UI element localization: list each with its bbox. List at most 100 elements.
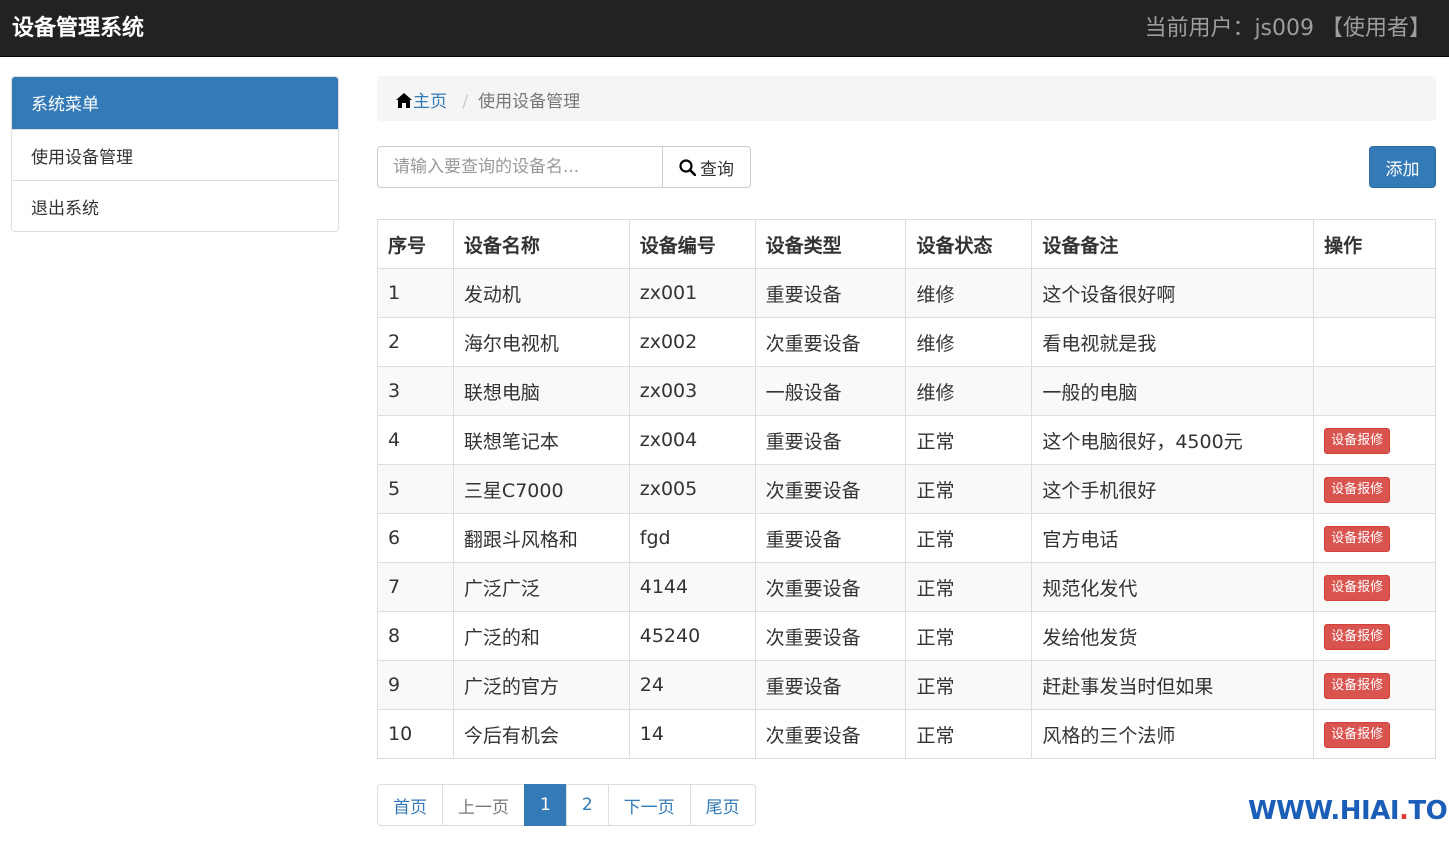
cell-note: 风格的三个法师 [1031, 709, 1315, 759]
cell-code: 45240 [628, 611, 756, 661]
repair-button[interactable]: 设备报修 [1324, 672, 1391, 699]
table-row: 1 发动机 zx001 重要设备 维修 这个设备很好啊 [377, 268, 1436, 318]
cell-action [1313, 317, 1436, 367]
cell-status: 正常 [905, 562, 1033, 612]
repair-button[interactable]: 设备报修 [1324, 623, 1391, 650]
cell-id: 6 [377, 513, 454, 563]
cell-id: 3 [377, 366, 454, 416]
page-2[interactable]: 2 [565, 784, 609, 826]
cell-id: 10 [377, 709, 454, 759]
cell-note: 这个手机很好 [1031, 464, 1315, 514]
add-button[interactable]: 添加 [1369, 146, 1436, 188]
cell-note: 发给他发货 [1031, 611, 1315, 661]
cell-action [1313, 366, 1436, 416]
cell-type: 次重要设备 [754, 317, 907, 367]
cell-code: fgd [628, 513, 756, 563]
cell-code: zx001 [628, 268, 756, 318]
repair-button[interactable]: 设备报修 [1324, 427, 1391, 454]
cell-code: 24 [628, 660, 756, 710]
cell-action: 设备报修 [1313, 709, 1436, 759]
table-row: 9 广泛的官方 24 重要设备 正常 赶赴事发当时但如果 设备报修 [377, 660, 1436, 710]
cell-type: 重要设备 [754, 415, 907, 465]
column-header: 设备状态 [905, 219, 1033, 269]
cell-id: 4 [377, 415, 454, 465]
cell-code: zx005 [628, 464, 756, 514]
cell-action: 设备报修 [1313, 562, 1436, 612]
cell-status: 正常 [905, 513, 1033, 563]
cell-type: 重要设备 [754, 660, 907, 710]
sidebar-title: 系统菜单 [12, 77, 338, 129]
column-header: 设备类型 [754, 219, 907, 269]
home-icon [396, 93, 412, 108]
cell-status: 正常 [905, 660, 1033, 710]
cell-name: 联想电脑 [452, 366, 630, 416]
cell-name: 联想笔记本 [452, 415, 630, 465]
current-user: 当前用户：js009 【使用者】 [1144, 16, 1431, 41]
device-table: 序号 设备名称 设备编号 设备类型 设备状态 设备备注 操作 1 发动机 zx001… [377, 219, 1436, 759]
column-header: 设备备注 [1031, 219, 1315, 269]
cell-status: 维修 [905, 268, 1033, 318]
breadcrumb-separator: / [462, 92, 469, 112]
cell-status: 正常 [905, 415, 1033, 465]
top-navbar: 设备管理系统 当前用户：js009 【使用者】 [0, 0, 1449, 57]
table-row: 2 海尔电视机 zx002 次重要设备 维修 看电视就是我 [377, 317, 1436, 367]
cell-code: 14 [628, 709, 756, 759]
watermark-logo: WWW.HIAI.TOP [1248, 796, 1449, 826]
cell-id: 7 [377, 562, 454, 612]
repair-button[interactable]: 设备报修 [1324, 476, 1391, 503]
table-row: 3 联想电脑 zx003 一般设备 维修 一般的电脑 [377, 366, 1436, 416]
repair-button[interactable]: 设备报修 [1324, 574, 1391, 601]
cell-name: 广泛的官方 [452, 660, 630, 710]
cell-id: 8 [377, 611, 454, 661]
cell-note: 看电视就是我 [1031, 317, 1315, 367]
search-input[interactable] [377, 146, 662, 188]
cell-type: 重要设备 [754, 268, 907, 318]
cell-note: 这个设备很好啊 [1031, 268, 1315, 318]
cell-id: 5 [377, 464, 454, 514]
table-row: 4 联想笔记本 zx004 重要设备 正常 这个电脑很好，4500元 设备报修 [377, 415, 1436, 465]
cell-action: 设备报修 [1313, 513, 1436, 563]
cell-status: 维修 [905, 317, 1033, 367]
table-row: 6 翻跟斗风格和 fgd 重要设备 正常 官方电话 设备报修 [377, 513, 1436, 563]
repair-button[interactable]: 设备报修 [1324, 721, 1391, 748]
cell-name: 翻跟斗风格和 [452, 513, 630, 563]
cell-type: 一般设备 [754, 366, 907, 416]
page-next[interactable]: 下一页 [607, 784, 691, 826]
search-button[interactable]: 查询 [662, 146, 751, 188]
search-group: 查询 [377, 146, 751, 188]
cell-status: 正常 [905, 464, 1033, 514]
table-row: 5 三星C7000 zx005 次重要设备 正常 这个手机很好 设备报修 [377, 464, 1436, 514]
cell-name: 广泛广泛 [452, 562, 630, 612]
cell-action [1313, 268, 1436, 318]
column-header: 操作 [1313, 219, 1436, 269]
page-prev[interactable]: 上一页 [442, 784, 525, 826]
cell-status: 正常 [905, 611, 1033, 661]
cell-code: 4144 [628, 562, 756, 612]
breadcrumb-home-label[interactable]: 主页 [413, 92, 447, 112]
breadcrumb-home-link[interactable]: 主页 [395, 92, 452, 112]
cell-code: zx002 [628, 317, 756, 367]
breadcrumb: 主页 / 使用设备管理 [377, 76, 1436, 121]
page-1[interactable]: 1 [524, 784, 567, 826]
cell-type: 重要设备 [754, 513, 907, 563]
sidebar-item-logout[interactable]: 退出系统 [12, 180, 338, 231]
cell-id: 1 [377, 268, 454, 318]
watermark-dot: . [1399, 796, 1409, 826]
column-header: 序号 [377, 219, 454, 269]
cell-type: 次重要设备 [754, 709, 907, 759]
table-row: 7 广泛广泛 4144 次重要设备 正常 规范化发代 设备报修 [377, 562, 1436, 612]
cell-name: 海尔电视机 [452, 317, 630, 367]
cell-type: 次重要设备 [754, 611, 907, 661]
breadcrumb-current: 使用设备管理 [478, 92, 581, 112]
cell-code: zx003 [628, 366, 756, 416]
page-first[interactable]: 首页 [377, 784, 443, 826]
cell-code: zx004 [628, 415, 756, 465]
page-last[interactable]: 尾页 [689, 784, 756, 826]
repair-button[interactable]: 设备报修 [1324, 525, 1391, 552]
table-row: 10 今后有机会 14 次重要设备 正常 风格的三个法师 设备报修 [377, 709, 1436, 759]
cell-status: 维修 [905, 366, 1033, 416]
cell-name: 今后有机会 [452, 709, 630, 759]
cell-note: 官方电话 [1031, 513, 1315, 563]
app-title[interactable]: 设备管理系统 [12, 10, 144, 42]
sidebar-item-device-management[interactable]: 使用设备管理 [12, 129, 338, 180]
